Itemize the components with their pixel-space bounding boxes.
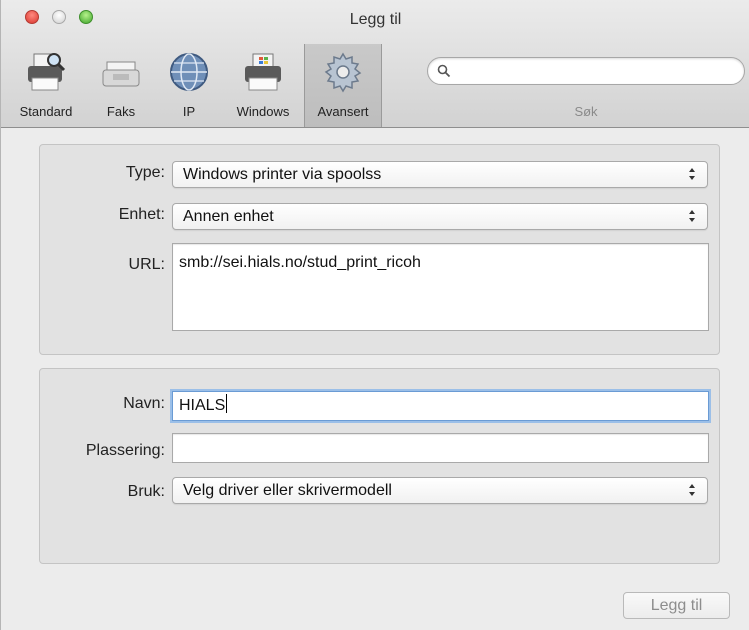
toolbar-advanced-label: Avansert — [317, 104, 369, 119]
connection-panel: Type: Windows printer via spoolss Enhet:… — [39, 144, 720, 355]
updown-arrows-icon — [689, 168, 695, 180]
fax-icon — [102, 61, 140, 87]
add-printer-window: Legg til Standard Faks IP Windows Avanse… — [0, 0, 749, 630]
device-popup[interactable]: Annen enhet — [172, 203, 708, 230]
windows-printer-icon — [245, 53, 281, 91]
toolbar-windows[interactable]: Windows — [223, 44, 303, 124]
location-label: Plassering: — [85, 442, 165, 459]
name-label: Navn: — [123, 395, 165, 412]
toolbar-standard-label: Standard — [19, 104, 73, 119]
device-label: Enhet: — [118, 206, 165, 223]
toolbar-windows-label: Windows — [236, 104, 290, 119]
search-label: Søk — [574, 104, 598, 119]
add-button[interactable]: Legg til — [623, 592, 730, 619]
toolbar-advanced[interactable]: Avansert — [304, 44, 382, 127]
use-value: Velg driver eller skrivermodell — [183, 482, 392, 499]
text-caret — [226, 394, 228, 413]
toolbar-fax[interactable]: Faks — [91, 44, 151, 124]
type-value: Windows printer via spoolss — [183, 166, 382, 183]
window-title: Legg til — [349, 11, 402, 28]
toolbar-ip-label: IP — [182, 104, 196, 119]
updown-arrows-icon — [689, 484, 695, 496]
toolbar-standard[interactable]: Standard — [1, 44, 91, 124]
titlebar-toolbar: Legg til Standard Faks IP Windows Avanse… — [1, 0, 749, 128]
globe-icon — [170, 53, 208, 91]
url-field[interactable]: smb://sei.hials.no/stud_print_ricoh — [172, 243, 709, 331]
location-field[interactable] — [172, 433, 709, 463]
details-panel: Navn: HIALS Plassering: Bruk: Velg drive… — [39, 368, 720, 564]
device-value: Annen enhet — [183, 208, 274, 225]
type-popup[interactable]: Windows printer via spoolss — [172, 161, 708, 188]
toolbar-fax-label: Faks — [106, 104, 136, 119]
use-label: Bruk: — [127, 483, 165, 500]
toolbar-ip[interactable]: IP — [159, 44, 219, 124]
printer-magnifier-icon — [28, 53, 66, 91]
url-label: URL: — [128, 256, 165, 273]
updown-arrows-icon — [689, 210, 695, 222]
name-value: HIALS — [179, 397, 226, 414]
use-popup[interactable]: Velg driver eller skrivermodell — [172, 477, 708, 504]
name-field[interactable]: HIALS — [172, 391, 709, 421]
search-icon — [437, 64, 451, 78]
type-label: Type: — [125, 164, 165, 181]
gear-icon — [324, 52, 362, 93]
search-field[interactable] — [427, 57, 745, 85]
